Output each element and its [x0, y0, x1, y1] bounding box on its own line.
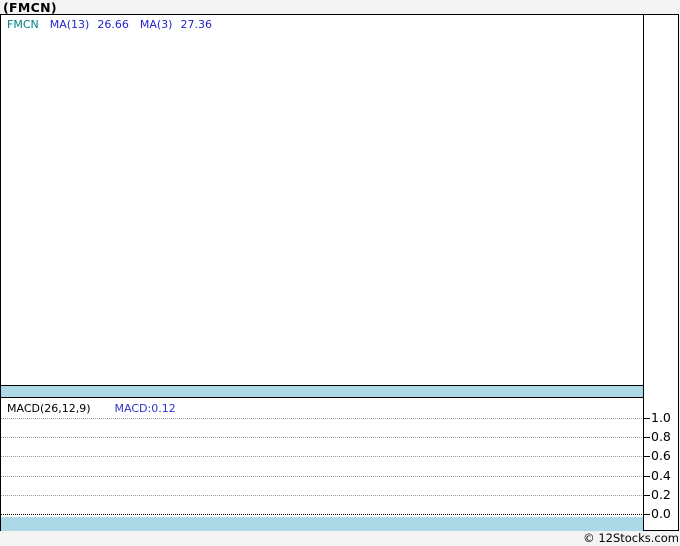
legend-ma3-value: 27.36	[180, 18, 212, 31]
axis-tick-label: 1.0	[651, 410, 671, 425]
macd-panel: MACD(26,12,9) MACD:0.12	[1, 398, 678, 517]
axis-tick-label: 0.2	[651, 487, 671, 502]
axis-tick-mark	[643, 476, 650, 477]
macd-gridline	[1, 437, 642, 438]
legend-ma3-label: MA(3)	[139, 18, 173, 31]
legend-ma13-label: MA(13)	[49, 18, 90, 31]
panel-separator-band	[1, 385, 643, 398]
macd-zero-gridline	[1, 514, 642, 515]
legend-ma13-value: 26.66	[97, 18, 129, 31]
price-panel: FMCN MA(13) 26.66 MA(3) 27.36	[1, 15, 678, 385]
axis-tick-label: 0.0	[651, 506, 671, 521]
axis-tick-label: 0.8	[651, 429, 671, 444]
axis-tick-mark	[643, 495, 650, 496]
macd-gridline	[1, 418, 642, 419]
bottom-band	[1, 517, 643, 531]
copyright-text: © 12Stocks.com	[583, 531, 679, 545]
axis-tick-mark	[643, 456, 650, 457]
axis-tick-mark	[643, 437, 650, 438]
macd-gridline	[1, 476, 642, 477]
macd-gridline	[1, 456, 642, 457]
axis-tick-label: 0.6	[651, 448, 671, 463]
macd-legend: MACD(26,12,9) MACD:0.12	[7, 402, 176, 415]
chart-title: (FMCN)	[3, 0, 57, 15]
macd-legend-label: MACD(26,12,9)	[7, 402, 91, 415]
axis-tick-mark	[643, 418, 650, 419]
price-legend: FMCN MA(13) 26.66 MA(3) 27.36	[7, 18, 212, 31]
chart-frame: FMCN MA(13) 26.66 MA(3) 27.36 MACD(26,12,9) M…	[0, 14, 679, 531]
right-axis-line	[643, 14, 644, 531]
stock-chart-widget: (FMCN) FMCN MA(13) 26.66 MA(3) 27.36 MACD(26…	[0, 0, 680, 546]
legend-symbol-label: FMCN	[7, 18, 39, 31]
axis-tick-mark	[643, 514, 650, 515]
axis-tick-label: 0.4	[651, 468, 671, 483]
macd-gridline	[1, 495, 642, 496]
macd-legend-value: MACD:0.12	[114, 402, 176, 415]
